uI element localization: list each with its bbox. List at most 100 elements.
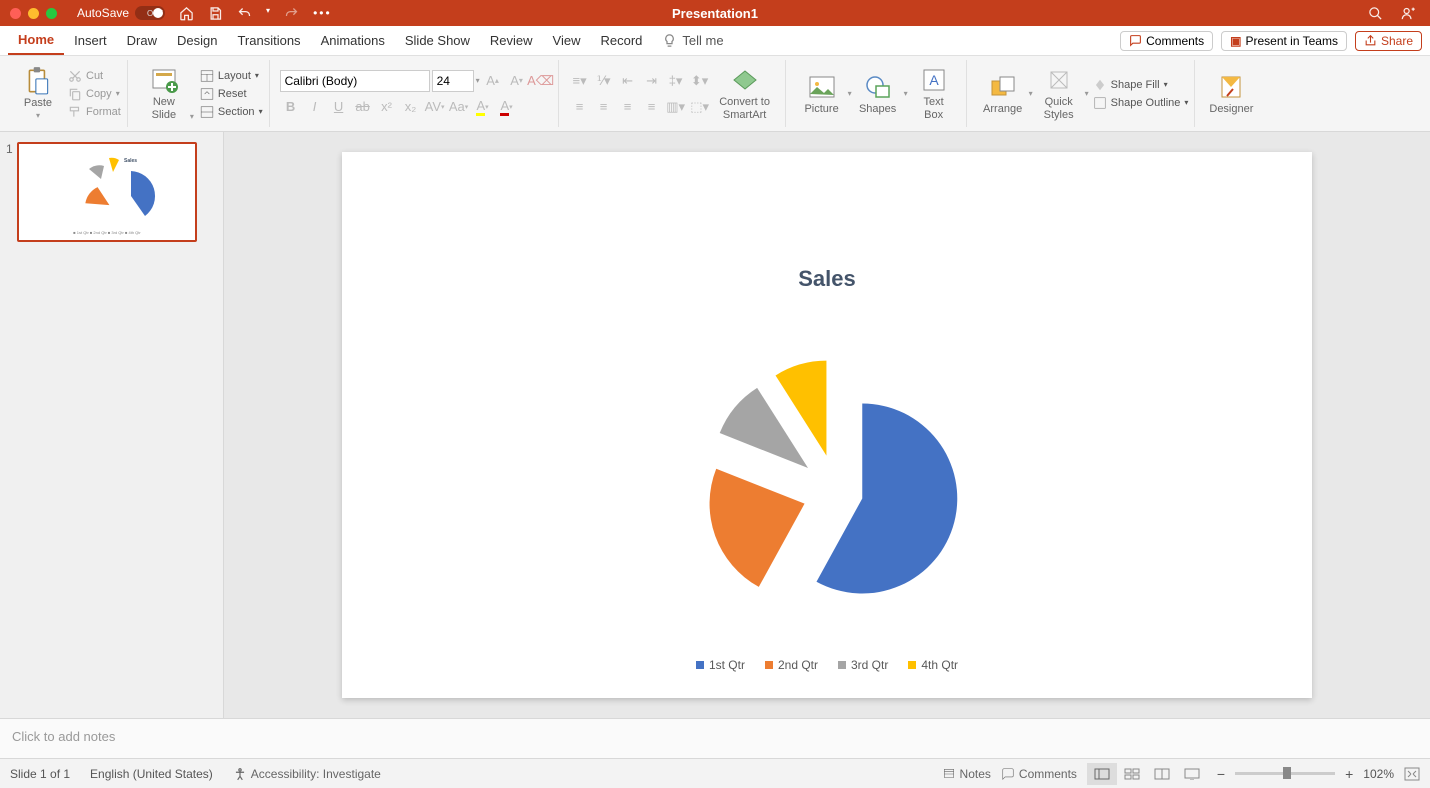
tab-slideshow[interactable]: Slide Show: [395, 26, 480, 55]
shape-outline-icon: [1093, 96, 1107, 110]
align-right-button[interactable]: ≡: [617, 96, 639, 118]
tab-insert[interactable]: Insert: [64, 26, 117, 55]
close-window[interactable]: [10, 8, 21, 19]
increase-font-button[interactable]: A▴: [482, 70, 504, 92]
reading-view-button[interactable]: [1147, 763, 1177, 785]
strikethrough-button[interactable]: ab: [352, 96, 374, 118]
comments-status-button[interactable]: Comments: [1001, 767, 1077, 781]
tab-animations[interactable]: Animations: [311, 26, 395, 55]
superscript-button[interactable]: x²: [376, 96, 398, 118]
arrange-button[interactable]: Arrange: [977, 73, 1029, 115]
fit-button[interactable]: [1404, 767, 1420, 781]
decrease-indent-button[interactable]: ⇤: [617, 70, 639, 92]
align-text-button[interactable]: ⬚▾: [689, 96, 711, 118]
subscript-button[interactable]: x₂: [400, 96, 422, 118]
home-icon[interactable]: [179, 6, 194, 21]
present-teams-button[interactable]: ▣ Present in Teams: [1221, 31, 1347, 51]
chart-legend: 1st Qtr 2nd Qtr 3rd Qtr 4th Qtr: [342, 658, 1312, 672]
decrease-font-button[interactable]: A▾: [506, 70, 528, 92]
underline-button[interactable]: U: [328, 96, 350, 118]
comment-icon: [1129, 34, 1142, 47]
italic-button[interactable]: I: [304, 96, 326, 118]
slide-thumbnail-1[interactable]: Sales ■ 1st Qtr ■ 2nd Qtr ■ 3rd Qtr ■ 4t…: [17, 142, 197, 242]
minimize-window[interactable]: [28, 8, 39, 19]
columns-button[interactable]: ▥▾: [665, 96, 687, 118]
cut-button[interactable]: Cut: [68, 69, 121, 83]
slideshow-view-button[interactable]: [1177, 763, 1207, 785]
zoom-out-button[interactable]: −: [1217, 766, 1225, 782]
zoom-value[interactable]: 102%: [1363, 767, 1394, 781]
textbox-button[interactable]: A Text Box: [908, 66, 960, 120]
notes-icon: [942, 767, 956, 781]
quick-styles-button[interactable]: Quick Styles: [1033, 66, 1085, 120]
undo-dropdown-icon[interactable]: ▾: [266, 6, 270, 21]
notes-button[interactable]: Notes: [942, 767, 991, 781]
copy-button[interactable]: Copy▾: [68, 87, 121, 101]
numbering-button[interactable]: ⅟▾: [593, 70, 615, 92]
font-color-button[interactable]: A▾: [496, 96, 518, 118]
more-icon[interactable]: •••: [313, 6, 332, 21]
notes-pane[interactable]: Click to add notes: [0, 718, 1430, 758]
bulb-icon: [662, 33, 677, 48]
autosave-toggle[interactable]: OFF: [135, 6, 165, 20]
bullets-button[interactable]: ≡▾: [569, 70, 591, 92]
language-indicator[interactable]: English (United States): [90, 767, 213, 781]
layout-icon: [200, 69, 214, 83]
tab-transitions[interactable]: Transitions: [227, 26, 310, 55]
tab-home[interactable]: Home: [8, 26, 64, 55]
undo-icon[interactable]: [237, 6, 252, 21]
justify-button[interactable]: ≡: [641, 96, 663, 118]
tab-review[interactable]: Review: [480, 26, 543, 55]
tell-me[interactable]: Tell me: [662, 33, 723, 48]
cut-icon: [68, 69, 82, 83]
maximize-window[interactable]: [46, 8, 57, 19]
normal-view-button[interactable]: [1087, 763, 1117, 785]
reset-button[interactable]: Reset: [200, 87, 263, 101]
highlight-button[interactable]: A▾: [472, 96, 494, 118]
tab-record[interactable]: Record: [591, 26, 653, 55]
bold-button[interactable]: B: [280, 96, 302, 118]
accessibility-button[interactable]: Accessibility: Investigate: [233, 767, 381, 781]
change-case-button[interactable]: Aa▾: [448, 96, 470, 118]
shape-fill-icon: [1093, 78, 1107, 92]
picture-button[interactable]: Picture: [796, 73, 848, 115]
clear-formatting-button[interactable]: A⌫: [530, 70, 552, 92]
zoom-slider[interactable]: [1235, 772, 1335, 775]
text-direction-button[interactable]: ⬍▾: [689, 70, 711, 92]
shape-fill-button[interactable]: Shape Fill▾: [1093, 78, 1189, 92]
shapes-button[interactable]: Shapes: [852, 73, 904, 115]
share-button[interactable]: Share: [1355, 31, 1422, 51]
convert-smartart-button[interactable]: Convert to SmartArt: [711, 66, 779, 120]
designer-button[interactable]: Designer: [1205, 73, 1257, 115]
paste-button[interactable]: Paste ▾: [12, 67, 64, 120]
new-slide-button[interactable]: New Slide: [138, 66, 190, 120]
search-icon[interactable]: [1368, 6, 1383, 21]
redo-icon[interactable]: [284, 6, 299, 21]
tab-design[interactable]: Design: [167, 26, 227, 55]
sorter-view-button[interactable]: [1117, 763, 1147, 785]
align-center-button[interactable]: ≡: [593, 96, 615, 118]
char-spacing-button[interactable]: AV▾: [424, 96, 446, 118]
format-painter-button[interactable]: Format: [68, 105, 121, 119]
comments-button[interactable]: Comments: [1120, 31, 1213, 51]
font-size-input[interactable]: [432, 70, 474, 92]
zoom-in-button[interactable]: +: [1345, 766, 1353, 782]
reset-icon: [200, 87, 214, 101]
tab-draw[interactable]: Draw: [117, 26, 167, 55]
account-icon[interactable]: [1401, 6, 1416, 21]
shape-outline-button[interactable]: Shape Outline▾: [1093, 96, 1189, 110]
slide-canvas-area[interactable]: Sales 1st Qtr 2nd Qtr 3rd Qtr 4th Qtr: [224, 132, 1430, 718]
increase-indent-button[interactable]: ⇥: [641, 70, 663, 92]
tab-view[interactable]: View: [543, 26, 591, 55]
line-spacing-button[interactable]: ‡▾: [665, 70, 687, 92]
align-left-button[interactable]: ≡: [569, 96, 591, 118]
save-icon[interactable]: [208, 6, 223, 21]
chart-title: Sales: [342, 266, 1312, 292]
font-name-input[interactable]: [280, 70, 430, 92]
layout-button[interactable]: Layout▾: [200, 69, 263, 83]
normal-view-icon: [1094, 768, 1110, 780]
section-button[interactable]: Section▾: [200, 105, 263, 119]
quick-styles-icon: [1047, 68, 1071, 92]
slide[interactable]: Sales 1st Qtr 2nd Qtr 3rd Qtr 4th Qtr: [342, 152, 1312, 698]
fit-icon: [1404, 767, 1420, 781]
